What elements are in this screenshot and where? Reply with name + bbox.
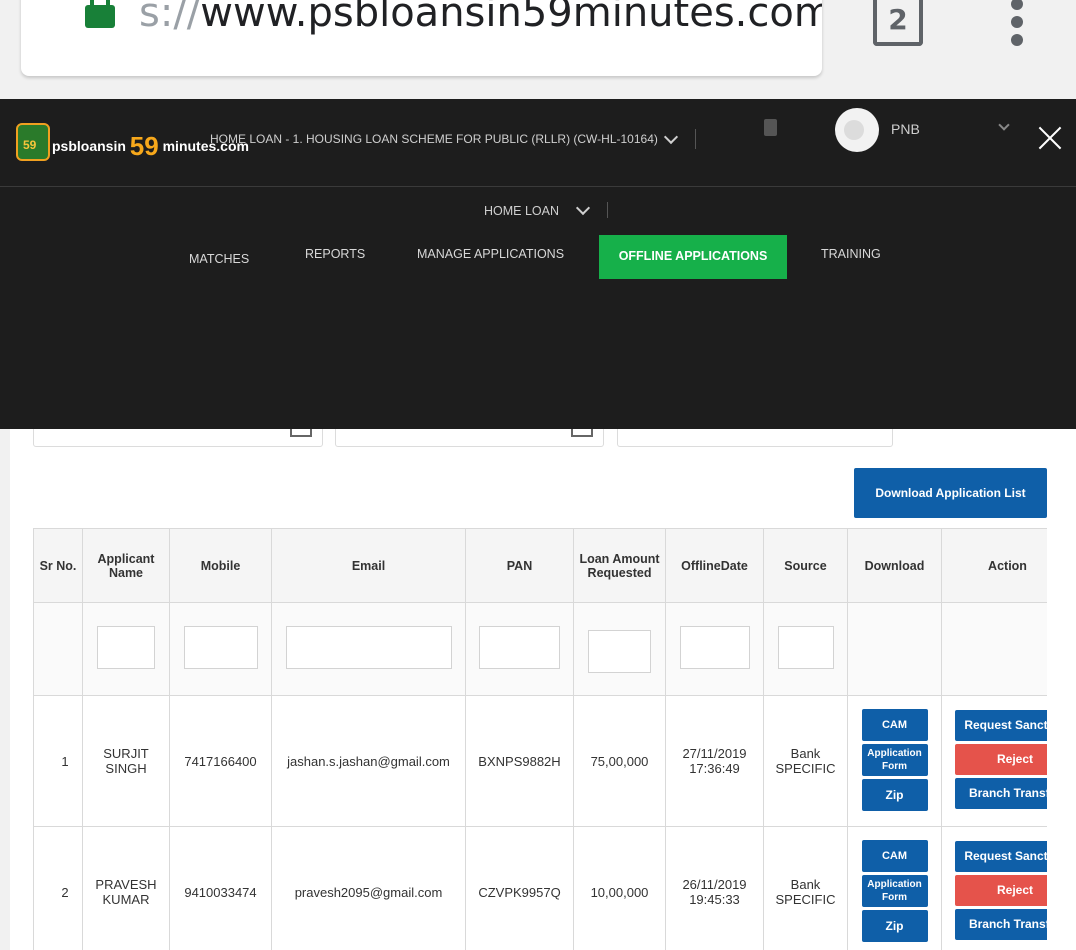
loan-type-chevron-down-icon[interactable] bbox=[575, 200, 591, 216]
nav-item-manage-applications[interactable]: MANAGE APPLICATIONS bbox=[417, 234, 564, 278]
column-header[interactable]: Applicant Name bbox=[82, 528, 170, 603]
cam-button[interactable]: CAM bbox=[861, 708, 928, 741]
request-sanction-button[interactable]: Request Sanction bbox=[955, 710, 1047, 741]
mobile-filter-input[interactable] bbox=[183, 626, 258, 669]
email-cell: jashan.s.jashan@gmail.com bbox=[271, 695, 466, 827]
column-header[interactable]: Sr No. bbox=[33, 528, 83, 603]
divider bbox=[695, 129, 696, 149]
zip-button[interactable]: Zip bbox=[861, 778, 928, 811]
nav-item-reports[interactable]: REPORTS bbox=[305, 234, 365, 278]
source-cell: Bank SPECIFIC bbox=[763, 695, 848, 827]
logo-number: 59 bbox=[129, 131, 159, 161]
nav-item-matches[interactable]: MATCHES bbox=[189, 239, 249, 283]
pan-cell: CZVPK9957Q bbox=[465, 826, 574, 950]
top-header: 59 psbloansin 59 minutes.com HOME LOAN -… bbox=[0, 99, 1076, 187]
email-cell: pravesh2095@gmail.com bbox=[271, 826, 466, 950]
pan-cell: BXNPS9882H bbox=[465, 695, 574, 827]
filter-cell bbox=[169, 602, 272, 696]
pan-filter-input[interactable] bbox=[479, 626, 560, 669]
column-header[interactable]: Loan Amount Requested bbox=[573, 528, 666, 603]
filter-cell bbox=[763, 602, 848, 696]
reject-button[interactable]: Reject bbox=[955, 744, 1047, 775]
close-icon[interactable] bbox=[1038, 126, 1062, 150]
date-cell: 27/11/2019 17:36:49 bbox=[665, 695, 764, 827]
table-header-row: Sr No. Applicant Name Mobile Email PAN L… bbox=[33, 528, 1047, 603]
amount-filter-input[interactable] bbox=[588, 630, 651, 673]
source-filter-input[interactable] bbox=[777, 626, 834, 669]
table-row: 1 SURJIT SINGH 7417166400 jashan.s.jasha… bbox=[33, 695, 1047, 827]
zip-button[interactable]: Zip bbox=[861, 909, 928, 942]
column-header: Download bbox=[847, 528, 942, 603]
application-form-button[interactable]: Application Form bbox=[861, 874, 928, 907]
application-form-button[interactable]: Application Form bbox=[861, 743, 928, 776]
name-filter-input[interactable] bbox=[97, 626, 155, 669]
scheme-chevron-down-icon[interactable] bbox=[663, 129, 679, 145]
amount-cell: 75,00,000 bbox=[573, 695, 666, 827]
filter-cell bbox=[33, 602, 83, 696]
table-row: 2 PRAVESH KUMAR 9410033474 pravesh2095@g… bbox=[33, 826, 1047, 950]
filter-cell bbox=[271, 602, 466, 696]
filter-cell bbox=[573, 602, 666, 696]
column-header[interactable]: Mobile bbox=[169, 528, 272, 603]
column-header: Action bbox=[941, 528, 1047, 603]
source-cell: Bank SPECIFIC bbox=[763, 826, 848, 950]
column-header[interactable]: Source bbox=[763, 528, 848, 603]
action-cell: Request Sanction Reject Branch Transfer bbox=[941, 826, 1047, 950]
nav-item-training[interactable]: TRAINING bbox=[821, 234, 881, 278]
amount-cell: 10,00,000 bbox=[573, 826, 666, 950]
reject-button[interactable]: Reject bbox=[955, 875, 1047, 906]
filter-cell bbox=[465, 602, 574, 696]
filter-cell bbox=[82, 602, 170, 696]
request-sanction-button[interactable]: Request Sanction bbox=[955, 841, 1047, 872]
mobile-cell: 7417166400 bbox=[169, 695, 272, 827]
scheme-selector[interactable]: HOME LOAN - 1. HOUSING LOAN SCHEME FOR P… bbox=[210, 132, 658, 146]
logo-badge-text: 59 bbox=[23, 138, 37, 152]
bank-chevron-down-icon[interactable] bbox=[998, 119, 1010, 131]
column-header[interactable]: OfflineDate bbox=[665, 528, 764, 603]
filter-cell bbox=[847, 602, 942, 696]
download-cell: CAM Application Form Zip bbox=[847, 695, 942, 827]
email-filter-input[interactable] bbox=[285, 626, 452, 669]
download-cell: CAM Application Form Zip bbox=[847, 826, 942, 950]
nav-item-offline-applications[interactable]: OFFLINE APPLICATIONS bbox=[599, 235, 787, 279]
filter-cell bbox=[665, 602, 764, 696]
mobile-cell: 9410033474 bbox=[169, 826, 272, 950]
date-filter-input[interactable] bbox=[679, 626, 750, 669]
avatar[interactable] bbox=[835, 108, 879, 152]
date-cell: 26/11/2019 19:45:33 bbox=[665, 826, 764, 950]
divider bbox=[607, 202, 608, 218]
logo-badge: 59 bbox=[16, 123, 50, 161]
branch-transfer-button[interactable]: Branch Transfer bbox=[955, 778, 1047, 809]
calculator-icon[interactable] bbox=[764, 119, 777, 136]
nav-overlay: 59 psbloansin 59 minutes.com HOME LOAN -… bbox=[0, 99, 1076, 429]
sr-cell: 2 bbox=[33, 826, 83, 950]
action-cell: Request Sanction Reject Branch Transfer bbox=[941, 695, 1047, 827]
table-filter-row bbox=[33, 602, 1047, 696]
applications-table: Sr No. Applicant Name Mobile Email PAN L… bbox=[33, 528, 1047, 950]
branch-transfer-button[interactable]: Branch Transfer bbox=[955, 909, 1047, 940]
loan-type-selector[interactable]: HOME LOAN bbox=[484, 204, 559, 218]
name-cell: SURJIT SINGH bbox=[82, 695, 170, 827]
bank-name: PNB bbox=[891, 121, 920, 137]
sr-cell: 1 bbox=[33, 695, 83, 827]
name-cell: PRAVESH KUMAR bbox=[82, 826, 170, 950]
column-header[interactable]: Email bbox=[271, 528, 466, 603]
column-header[interactable]: PAN bbox=[465, 528, 574, 603]
filter-cell bbox=[941, 602, 1047, 696]
logo-text-main: psbloansin bbox=[52, 138, 126, 154]
cam-button[interactable]: CAM bbox=[861, 839, 928, 872]
